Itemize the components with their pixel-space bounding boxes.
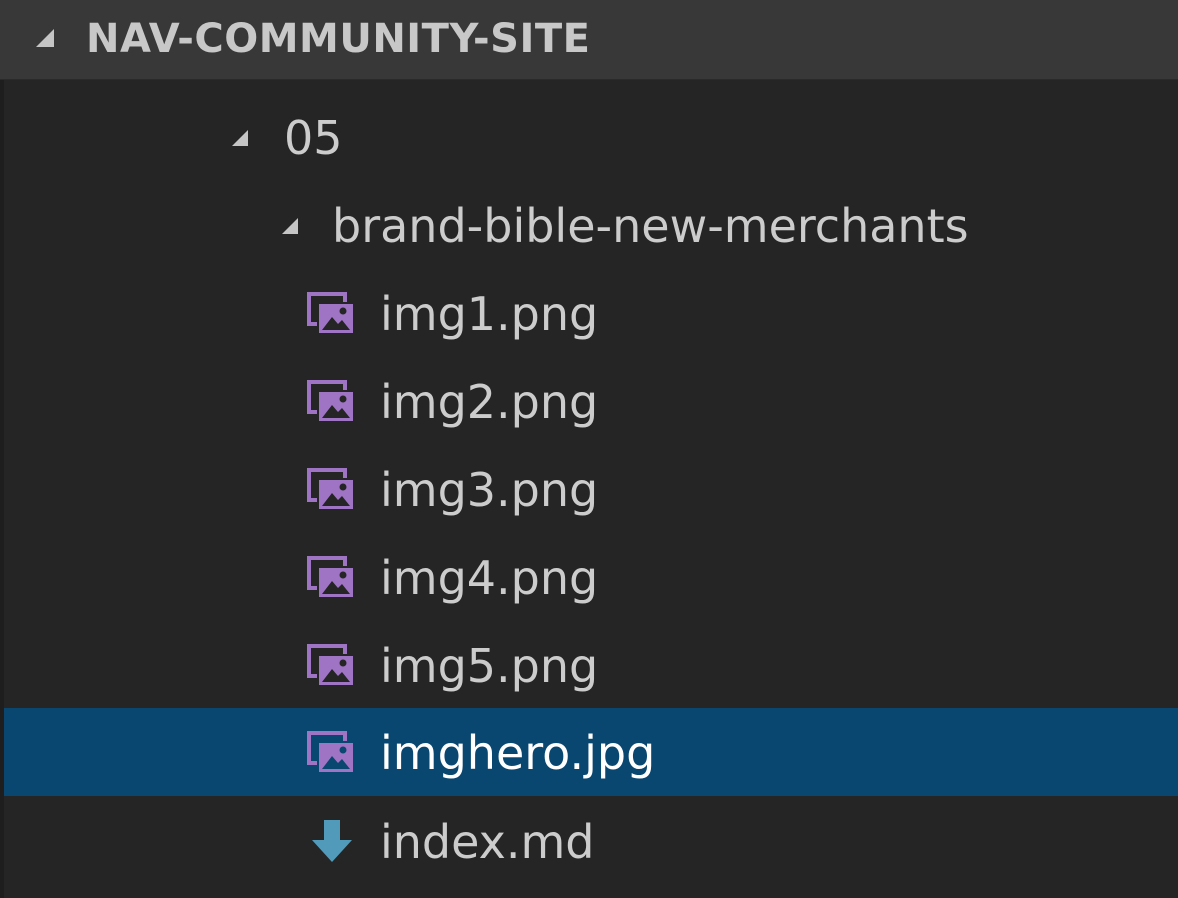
tree-item-file-img5[interactable]: img5.png [4, 622, 1178, 710]
tree-item-file-index-md[interactable]: index.md [4, 798, 1178, 886]
tree-item-label: 05 [284, 111, 343, 165]
markdown-download-icon [310, 818, 360, 864]
tree-item-file-img4[interactable]: img4.png [4, 534, 1178, 622]
expanded-triangle-icon[interactable] [34, 27, 56, 49]
tree-item-label: brand-bible-new-merchants [332, 199, 969, 253]
image-file-icon [306, 730, 356, 776]
image-file-icon [306, 291, 356, 337]
tree-item-label: img4.png [380, 551, 599, 605]
tree-item-label: img1.png [380, 287, 599, 341]
expanded-triangle-icon[interactable] [280, 216, 300, 236]
tree-item-file-img3[interactable]: img3.png [4, 446, 1178, 534]
section-title: NAV-COMMUNITY-SITE [86, 16, 591, 62]
tree-item-label: img3.png [380, 463, 599, 517]
tree-item-folder-05[interactable]: 05 [4, 94, 1178, 182]
explorer-section-header[interactable]: NAV-COMMUNITY-SITE [0, 0, 1178, 80]
image-file-icon [306, 555, 356, 601]
file-explorer: NAV-COMMUNITY-SITE 05 brand-bible-new-me… [0, 0, 1178, 898]
image-file-icon [306, 643, 356, 689]
image-file-icon [306, 467, 356, 513]
tree-item-file-img2[interactable]: img2.png [4, 358, 1178, 446]
tree-item-label: imghero.jpg [380, 726, 656, 780]
tree-item-label: index.md [380, 815, 595, 869]
expanded-triangle-icon[interactable] [230, 128, 250, 148]
image-file-icon [306, 379, 356, 425]
tree-item-file-imghero-selected[interactable]: imghero.jpg [4, 708, 1178, 796]
tree-item-label: img5.png [380, 639, 599, 693]
tree-item-label: img2.png [380, 375, 599, 429]
tree-item-folder-brand-bible-new-merchants[interactable]: brand-bible-new-merchants [4, 182, 1178, 270]
tree-item-file-img1[interactable]: img1.png [4, 270, 1178, 358]
